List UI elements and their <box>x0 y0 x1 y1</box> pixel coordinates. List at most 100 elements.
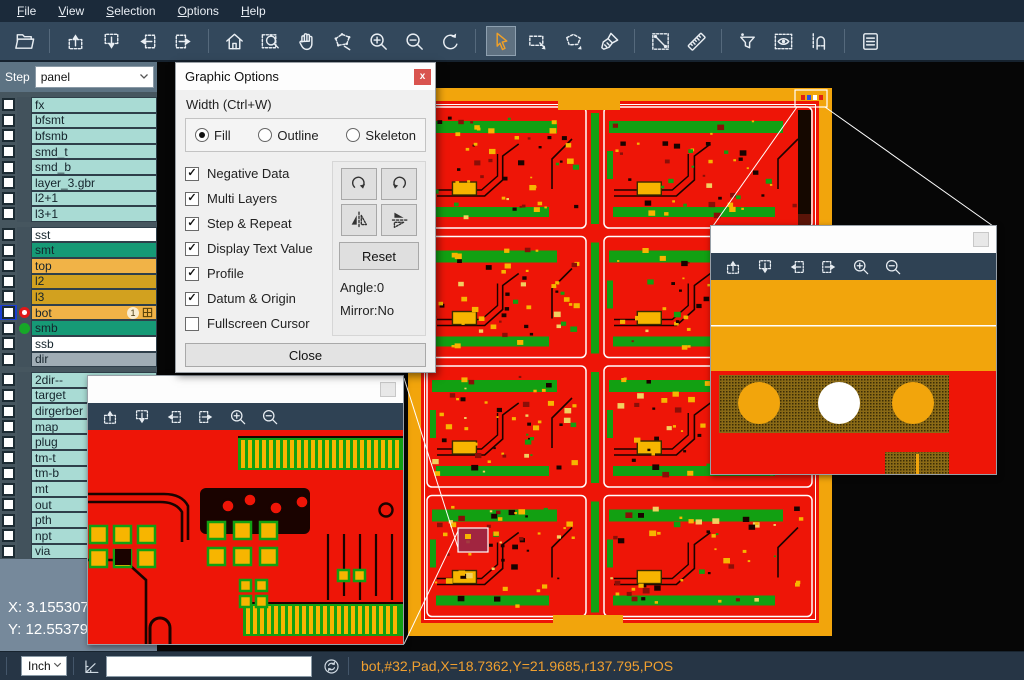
layer-label[interactable]: dir <box>31 352 157 368</box>
close-button[interactable]: Close <box>185 343 426 367</box>
pan-up-button[interactable] <box>60 26 90 56</box>
mirror-h-button[interactable] <box>381 204 417 236</box>
home-button[interactable] <box>219 26 249 56</box>
zoom-area-button[interactable] <box>255 26 285 56</box>
select-cursor-button[interactable] <box>486 26 516 56</box>
checkbox-display-text-value[interactable]: ✓Display Text Value <box>185 236 332 261</box>
menu-help[interactable]: Help <box>230 0 277 22</box>
layer-checkbox[interactable] <box>0 372 17 388</box>
layer-label[interactable]: smb <box>31 320 157 336</box>
magnifier-left-titlebar[interactable] <box>88 376 403 403</box>
layer-label[interactable]: bot1 <box>31 305 157 321</box>
layer-checkbox[interactable] <box>0 128 17 144</box>
layer-checkbox[interactable] <box>0 544 17 560</box>
zoom-previous-button[interactable] <box>435 26 465 56</box>
layer-checkbox[interactable] <box>0 191 17 207</box>
magnifier-window-right[interactable] <box>710 225 997 475</box>
reset-button[interactable]: Reset <box>339 242 419 270</box>
layer-label[interactable]: layer_3.gbr <box>31 175 157 191</box>
layer-checkbox[interactable] <box>0 388 17 404</box>
pan-up-button[interactable] <box>98 405 122 429</box>
layer-checkbox[interactable] <box>0 320 17 336</box>
pan-down-button[interactable] <box>130 405 154 429</box>
layer-label[interactable]: l3 <box>31 289 157 305</box>
layer-label[interactable]: bfsmt <box>31 113 157 129</box>
filter-button[interactable] <box>732 26 762 56</box>
pan-right-button[interactable] <box>817 255 841 279</box>
pan-down-button[interactable] <box>96 26 126 56</box>
checkbox-negative-data[interactable]: ✓Negative Data <box>185 161 332 186</box>
rotate-ccw-button[interactable] <box>381 168 417 200</box>
unit-dropdown[interactable]: Inch <box>21 656 67 676</box>
dialog-titlebar[interactable]: Graphic Options x <box>176 63 435 90</box>
layer-checkbox[interactable] <box>0 175 17 191</box>
layer-checkbox[interactable] <box>0 242 17 258</box>
layer-checkbox[interactable] <box>0 159 17 175</box>
pan-right-button[interactable] <box>168 26 198 56</box>
layer-checkbox[interactable] <box>0 227 17 243</box>
layer-checkbox[interactable] <box>0 258 17 274</box>
layer-checkbox[interactable] <box>0 336 17 352</box>
layer-label[interactable]: bfsmb <box>31 128 157 144</box>
zoom-polygon-button[interactable] <box>327 26 357 56</box>
layer-checkbox[interactable] <box>0 403 17 419</box>
layer-label[interactable]: ssb <box>31 336 157 352</box>
zoom-in-button[interactable] <box>226 405 250 429</box>
zoom-in-button[interactable] <box>849 255 873 279</box>
open-folder-button[interactable] <box>9 26 39 56</box>
layer-checkbox[interactable] <box>0 497 17 513</box>
checkbox-step-repeat[interactable]: ✓Step & Repeat <box>185 211 332 236</box>
pan-hand-button[interactable] <box>291 26 321 56</box>
layer-checkbox[interactable] <box>0 419 17 435</box>
layer-checkbox[interactable] <box>0 305 17 321</box>
layer-label[interactable]: l2 <box>31 274 157 290</box>
layer-checkbox[interactable] <box>0 434 17 450</box>
corner-angle-icon[interactable] <box>80 655 102 677</box>
layer-label[interactable]: l2+1 <box>31 191 157 207</box>
clean-brush-button[interactable] <box>594 26 624 56</box>
pan-up-button[interactable] <box>721 255 745 279</box>
layer-checkbox[interactable] <box>0 144 17 160</box>
magnifier-window-left[interactable] <box>87 375 404 645</box>
zoom-out-button[interactable] <box>258 405 282 429</box>
layer-checkbox[interactable] <box>0 97 17 113</box>
menu-file[interactable]: File <box>6 0 47 22</box>
zoom-in-button[interactable] <box>363 26 393 56</box>
pan-left-button[interactable] <box>132 26 162 56</box>
menu-view[interactable]: View <box>47 0 95 22</box>
layer-label[interactable]: smd_b <box>31 159 157 175</box>
ruler-button[interactable] <box>681 26 711 56</box>
layer-checkbox[interactable] <box>0 113 17 129</box>
checkbox-profile[interactable]: ✓Profile <box>185 261 332 286</box>
layer-checkbox[interactable] <box>0 466 17 482</box>
pan-down-button[interactable] <box>753 255 777 279</box>
window-menu-button[interactable] <box>973 232 989 247</box>
menu-options[interactable]: Options <box>167 0 230 22</box>
pan-right-button[interactable] <box>194 405 218 429</box>
zoom-out-button[interactable] <box>399 26 429 56</box>
radio-skeleton[interactable]: Skeleton <box>346 128 416 143</box>
pan-left-button[interactable] <box>162 405 186 429</box>
menu-selection[interactable]: Selection <box>95 0 166 22</box>
layer-checkbox[interactable] <box>0 289 17 305</box>
layer-checkbox[interactable] <box>0 450 17 466</box>
layer-label[interactable]: top <box>31 258 157 274</box>
layer-label[interactable]: fx <box>31 97 157 113</box>
measure-line-button[interactable] <box>645 26 675 56</box>
step-dropdown[interactable]: panel <box>35 66 154 88</box>
pan-left-button[interactable] <box>785 255 809 279</box>
layer-checkbox[interactable] <box>0 481 17 497</box>
sync-icon[interactable] <box>320 655 342 677</box>
layer-checkbox[interactable] <box>0 352 17 368</box>
magnifier-left-view[interactable] <box>88 430 403 644</box>
snap-magnet-button[interactable] <box>804 26 834 56</box>
radio-fill[interactable]: Fill <box>195 128 231 143</box>
layer-checkbox[interactable] <box>0 274 17 290</box>
checkbox-datum-origin[interactable]: ✓Datum & Origin <box>185 286 332 311</box>
radio-outline[interactable]: Outline <box>258 128 318 143</box>
rotate-cw-button[interactable] <box>341 168 377 200</box>
layer-checkbox[interactable] <box>0 528 17 544</box>
visibility-eye-button[interactable] <box>768 26 798 56</box>
layers-panel-button[interactable] <box>855 26 885 56</box>
layer-label[interactable]: l3+1 <box>31 206 157 222</box>
